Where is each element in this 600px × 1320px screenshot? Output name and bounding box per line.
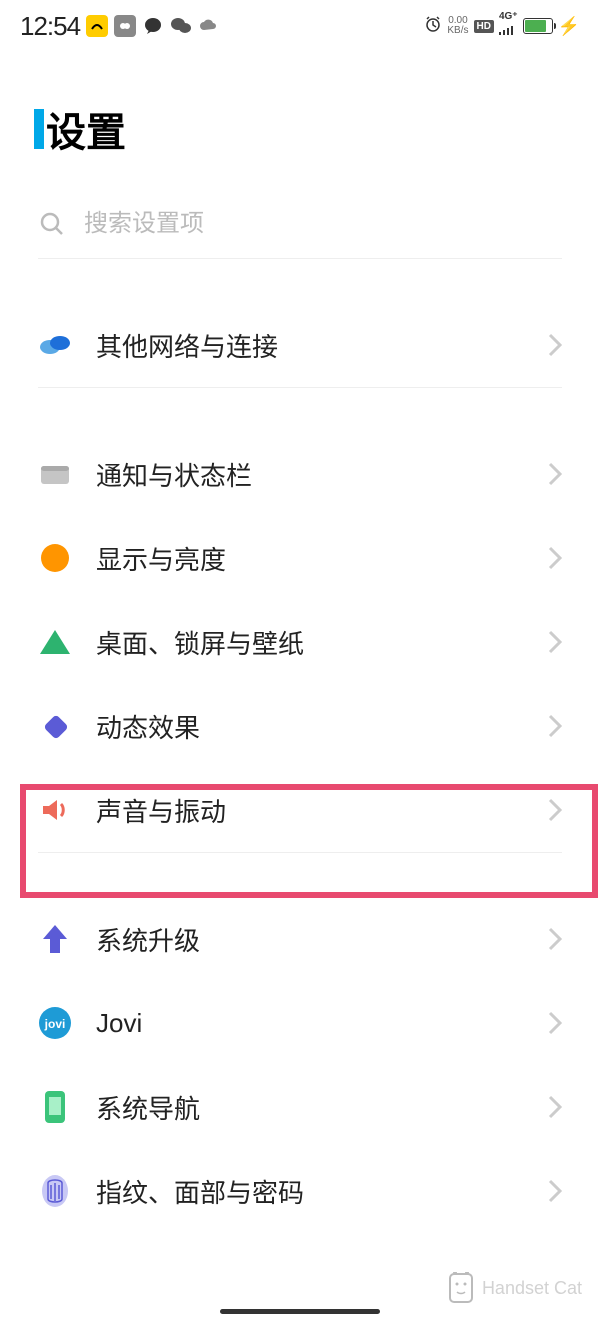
chevron-right-icon xyxy=(548,1011,562,1035)
chevron-right-icon xyxy=(548,927,562,951)
navigation-icon xyxy=(38,1090,72,1124)
chevron-right-icon xyxy=(548,546,562,570)
upgrade-icon xyxy=(38,922,72,956)
status-app-icons xyxy=(86,15,220,37)
item-label: 桌面、锁屏与壁纸 xyxy=(96,624,548,661)
settings-group-system: 系统升级 jovi Jovi 系统导航 指纹、面部与密码 xyxy=(38,897,562,1233)
chevron-right-icon xyxy=(548,1179,562,1203)
search-input[interactable] xyxy=(84,210,562,238)
cloud-icon xyxy=(198,15,220,37)
data-speed: 0.00KB/s xyxy=(447,16,468,36)
svg-text:jovi: jovi xyxy=(44,1017,66,1031)
fingerprint-icon xyxy=(38,1174,72,1208)
item-label: 通知与状态栏 xyxy=(96,456,548,493)
item-jovi[interactable]: jovi Jovi xyxy=(38,981,562,1065)
notifications-icon xyxy=(38,457,72,491)
item-label: 显示与亮度 xyxy=(96,540,548,577)
item-label: 系统升级 xyxy=(96,921,548,958)
item-label: 声音与振动 xyxy=(96,792,548,829)
item-label: 系统导航 xyxy=(96,1089,548,1126)
item-label: Jovi xyxy=(96,1008,548,1039)
item-system-upgrade[interactable]: 系统升级 xyxy=(38,897,562,981)
item-label: 其他网络与连接 xyxy=(96,327,548,364)
status-time: 12:54 xyxy=(20,11,80,42)
watermark: Handset Cat xyxy=(448,1272,582,1304)
settings-group-display: 通知与状态栏 显示与亮度 桌面、锁屏与壁纸 动态效果 声音与振动 xyxy=(38,432,562,853)
alarm-icon xyxy=(424,15,442,38)
item-display-brightness[interactable]: 显示与亮度 xyxy=(38,516,562,600)
home-indicator[interactable] xyxy=(220,1309,380,1314)
jovi-icon: jovi xyxy=(38,1006,72,1040)
wallpaper-icon xyxy=(38,625,72,659)
chevron-right-icon xyxy=(548,1095,562,1119)
hd-badge: HD xyxy=(474,20,494,33)
status-bar: 12:54 0.00KB/s HD 4G⁺ ⚡ xyxy=(0,0,600,48)
item-system-navigation[interactable]: 系统导航 xyxy=(38,1065,562,1149)
title-accent xyxy=(34,109,44,149)
chevron-right-icon xyxy=(548,462,562,486)
item-other-network[interactable]: 其他网络与连接 xyxy=(38,303,562,387)
battery-icon xyxy=(523,18,553,34)
network-type: 4G⁺ xyxy=(499,12,518,40)
settings-group-network: 其他网络与连接 xyxy=(38,303,562,388)
search-icon xyxy=(38,210,66,238)
chevron-right-icon xyxy=(548,333,562,357)
app-icon-2 xyxy=(114,15,136,37)
item-biometric-password[interactable]: 指纹、面部与密码 xyxy=(38,1149,562,1233)
charging-icon: ⚡ xyxy=(558,16,580,37)
sound-icon xyxy=(38,793,72,827)
item-label: 指纹、面部与密码 xyxy=(96,1173,548,1210)
page-header: 设置 xyxy=(0,48,600,182)
brightness-icon xyxy=(38,541,72,575)
page-title: 设置 xyxy=(46,100,126,158)
search-bar[interactable] xyxy=(38,210,562,259)
item-desktop-wallpaper[interactable]: 桌面、锁屏与壁纸 xyxy=(38,600,562,684)
network-icon xyxy=(38,328,72,362)
item-label: 动态效果 xyxy=(96,708,548,745)
wechat-icon xyxy=(170,15,192,37)
item-notifications[interactable]: 通知与状态栏 xyxy=(38,432,562,516)
chevron-right-icon xyxy=(548,798,562,822)
item-motion-effects[interactable]: 动态效果 xyxy=(38,684,562,768)
motion-icon xyxy=(38,709,72,743)
app-icon-1 xyxy=(86,15,108,37)
chat-icon xyxy=(142,15,164,37)
chevron-right-icon xyxy=(548,714,562,738)
chevron-right-icon xyxy=(548,630,562,654)
item-sound-vibration[interactable]: 声音与振动 xyxy=(38,768,562,852)
